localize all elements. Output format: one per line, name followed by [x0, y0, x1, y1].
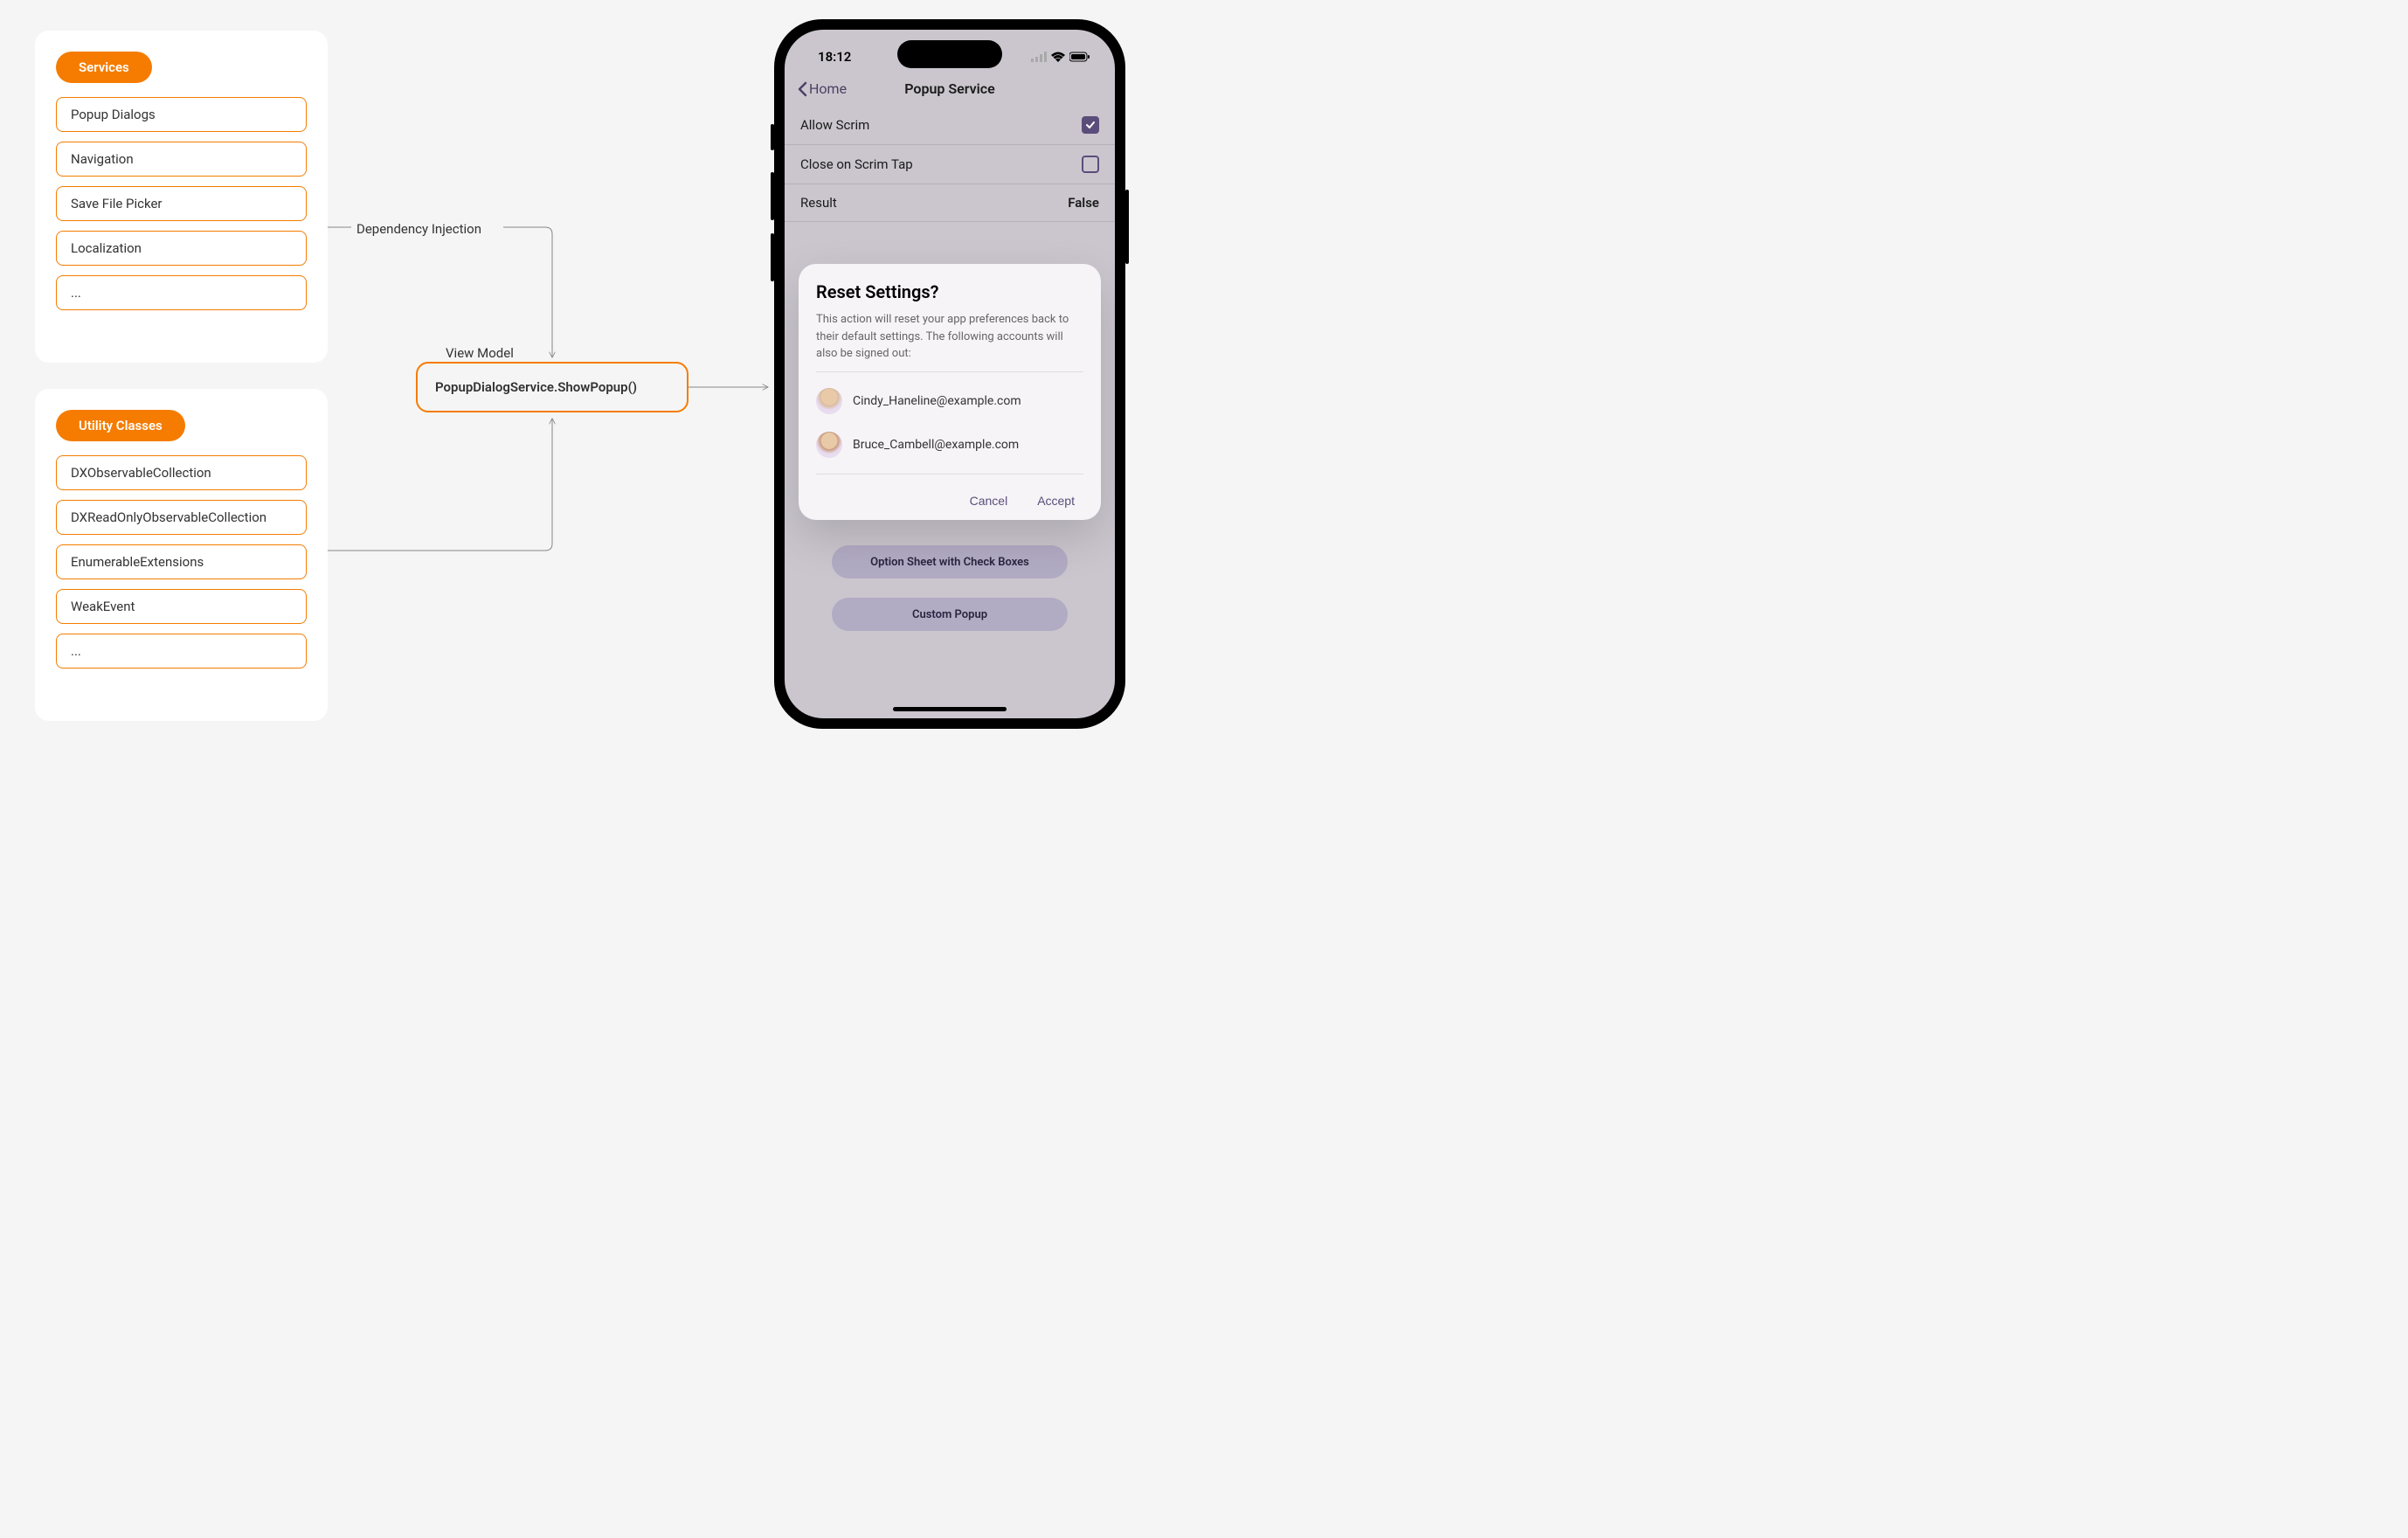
- accept-button[interactable]: Accept: [1037, 494, 1075, 508]
- services-list: Popup Dialogs Navigation Save File Picke…: [56, 97, 307, 310]
- utility-item: WeakEvent: [56, 589, 307, 624]
- divider: [816, 474, 1083, 475]
- allow-scrim-row: Allow Scrim: [785, 106, 1115, 145]
- nav-title: Popup Service: [785, 80, 1115, 97]
- close-scrim-row: Close on Scrim Tap: [785, 145, 1115, 184]
- result-value: False: [1068, 195, 1099, 211]
- services-panel: Services Popup Dialogs Navigation Save F…: [35, 31, 328, 363]
- phone-side-button: [771, 233, 774, 281]
- battery-icon: [1069, 52, 1090, 62]
- option-sheet-button[interactable]: Option Sheet with Check Boxes: [832, 545, 1068, 578]
- phone-screen: 18:12 Home Popup Service Allow Scrim Clo…: [785, 30, 1115, 718]
- utility-item: EnumerableExtensions: [56, 544, 307, 579]
- popup-description: This action will reset your app preferen…: [816, 311, 1083, 363]
- service-item: Popup Dialogs: [56, 97, 307, 132]
- utility-item: DXObservableCollection: [56, 455, 307, 490]
- popup-actions: Cancel Accept: [816, 481, 1083, 508]
- utility-item: DXReadOnlyObservableCollection: [56, 500, 307, 535]
- phone-notch: [897, 40, 1002, 68]
- allow-scrim-checkbox[interactable]: [1082, 116, 1099, 134]
- close-scrim-checkbox[interactable]: [1082, 156, 1099, 173]
- result-row: Result False: [785, 184, 1115, 222]
- phone-side-button: [771, 124, 774, 150]
- di-label: Dependency Injection: [356, 221, 481, 237]
- utility-header: Utility Classes: [56, 410, 185, 441]
- status-time: 18:12: [818, 49, 851, 65]
- phone-side-button: [1125, 190, 1129, 264]
- account-email: Bruce_Cambell@example.com: [853, 438, 1019, 452]
- cellular-icon: [1031, 52, 1047, 62]
- result-label: Result: [800, 195, 837, 211]
- service-item: Save File Picker: [56, 186, 307, 221]
- check-icon: [1084, 119, 1097, 131]
- utility-list: DXObservableCollection DXReadOnlyObserva…: [56, 455, 307, 669]
- popup-dialog: Reset Settings? This action will reset y…: [799, 264, 1101, 520]
- status-icons: [1031, 52, 1090, 62]
- utility-item: ...: [56, 634, 307, 669]
- services-header: Services: [56, 52, 152, 83]
- phone-side-button: [771, 172, 774, 220]
- view-model-text: PopupDialogService.ShowPopup(): [435, 379, 637, 395]
- account-email: Cindy_Haneline@example.com: [853, 394, 1021, 408]
- avatar: [816, 388, 842, 414]
- popup-title: Reset Settings?: [816, 281, 1083, 302]
- view-model-box: PopupDialogService.ShowPopup(): [416, 362, 688, 412]
- avatar: [816, 432, 842, 458]
- service-item: ...: [56, 275, 307, 310]
- wifi-icon: [1051, 52, 1065, 62]
- view-model-label: View Model: [437, 345, 522, 361]
- home-indicator: [893, 707, 1007, 711]
- divider: [816, 371, 1083, 372]
- allow-scrim-label: Allow Scrim: [800, 117, 869, 133]
- service-item: Navigation: [56, 142, 307, 177]
- cancel-button[interactable]: Cancel: [970, 494, 1008, 508]
- account-row: Cindy_Haneline@example.com: [816, 379, 1083, 423]
- close-scrim-label: Close on Scrim Tap: [800, 156, 913, 172]
- phone-frame: 18:12 Home Popup Service Allow Scrim Clo…: [774, 19, 1125, 729]
- custom-popup-button[interactable]: Custom Popup: [832, 598, 1068, 631]
- utility-panel: Utility Classes DXObservableCollection D…: [35, 389, 328, 721]
- service-item: Localization: [56, 231, 307, 266]
- account-row: Bruce_Cambell@example.com: [816, 423, 1083, 467]
- nav-bar: Home Popup Service: [785, 73, 1115, 106]
